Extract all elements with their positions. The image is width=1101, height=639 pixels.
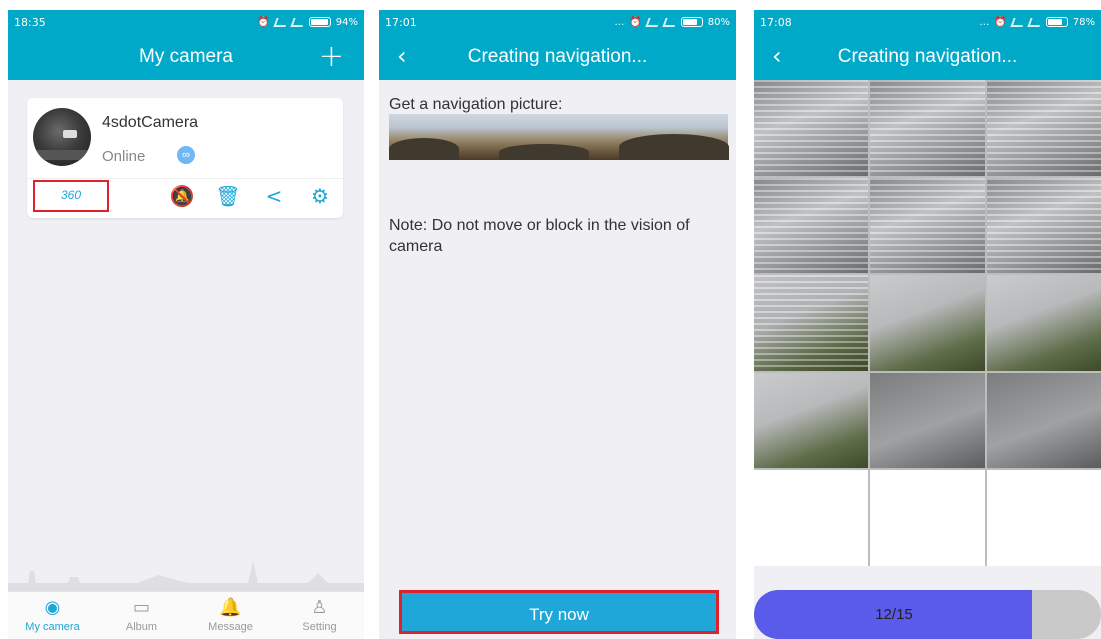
status-bar: 17:01 … ⏰ 80% — [379, 10, 736, 34]
capture-tile — [870, 80, 985, 176]
back-icon[interactable]: ‹ — [772, 42, 782, 70]
capture-tile — [754, 372, 869, 469]
battery-icon — [308, 17, 331, 27]
capture-progress-bar: 12/15 — [754, 590, 1101, 639]
divider — [27, 178, 343, 179]
create-navigation-screen: 17:01 … ⏰ 80% ‹ Creating navigation... G… — [379, 10, 736, 639]
link-icon: ∞ — [177, 146, 195, 164]
album-icon: ▭ — [132, 597, 150, 618]
capture-tile-empty — [754, 470, 869, 566]
alarm-off-icon[interactable]: 🔕 — [169, 184, 195, 208]
signal-icon — [662, 17, 678, 27]
camera-name: 4sdotCamera — [102, 114, 199, 131]
user-icon: ♙ — [311, 597, 328, 618]
alarm-icon: ⏰ — [629, 16, 642, 28]
capture-tile — [870, 372, 985, 469]
status-time: 17:08 — [760, 15, 792, 29]
app-bar: My camera + — [8, 34, 364, 80]
battery-percent: 78% — [1072, 16, 1095, 28]
status-icons: ⏰ 94% — [257, 17, 358, 28]
navigation-progress-screen: 17:08 … ⏰ 78% ‹ Creating navigation... 1… — [754, 10, 1101, 639]
settings-icon[interactable]: ⚙ — [307, 184, 333, 208]
note-text: Note: Do not move or block in the vision… — [389, 217, 690, 255]
alarm-icon: ⏰ — [257, 16, 270, 28]
capture-tile — [754, 80, 869, 176]
page-title: Creating navigation... — [837, 46, 1018, 67]
navigation-label: Get a navigation picture: — [389, 96, 563, 113]
bell-icon: 🔔 — [219, 597, 242, 618]
capture-tile-empty — [870, 470, 985, 566]
tab-label: Message — [208, 621, 253, 633]
panorama-360-label: 360 — [60, 188, 82, 202]
tab-label: Album — [125, 621, 158, 633]
status-icons: … ⏰ 80% — [614, 17, 730, 28]
tab-message[interactable]: 🔔 Message — [186, 592, 275, 639]
wifi-icon — [1010, 17, 1026, 27]
share-icon[interactable]: < — [261, 184, 287, 208]
trash-icon[interactable]: 🗑 — [215, 184, 241, 208]
signal-icon — [290, 17, 306, 27]
plus-icon[interactable]: + — [319, 39, 344, 74]
tab-album[interactable]: ▭ Album — [97, 592, 186, 639]
tab-my-camera[interactable]: ◉ My camera — [8, 592, 97, 639]
try-now-button[interactable]: Try now — [399, 590, 719, 634]
battery-icon — [680, 17, 703, 27]
my-camera-screen: 18:35 ⏰ 94% My camera + 4sdotCamera Onli… — [8, 10, 364, 639]
battery-icon — [1045, 17, 1068, 27]
panorama-image — [389, 114, 729, 160]
bottom-tab-bar: ◉ My camera ▭ Album 🔔 Message ♙ Setting — [8, 591, 364, 639]
capture-tile — [986, 372, 1101, 469]
capture-tile — [870, 177, 985, 274]
capture-tile — [754, 275, 869, 371]
camera-thumbnail[interactable] — [33, 108, 91, 166]
more-icon: … — [614, 16, 625, 28]
camera-icon: ◉ — [44, 597, 61, 618]
page-title: Creating navigation... — [467, 46, 648, 67]
tab-label: Setting — [302, 621, 337, 633]
tab-setting[interactable]: ♙ Setting — [275, 592, 364, 639]
status-icons: … ⏰ 78% — [979, 17, 1095, 28]
capture-tile — [870, 275, 985, 371]
wifi-icon — [273, 17, 289, 27]
back-icon[interactable]: ‹ — [397, 42, 407, 70]
wifi-icon — [645, 17, 661, 27]
signal-icon — [1027, 17, 1043, 27]
app-bar: ‹ Creating navigation... — [754, 34, 1101, 80]
battery-percent: 94% — [335, 16, 358, 28]
progress-text: 12/15 — [875, 606, 913, 623]
status-bar: 17:08 … ⏰ 78% — [754, 10, 1101, 34]
page-title: My camera — [139, 46, 233, 67]
status-time: 17:01 — [385, 15, 417, 29]
capture-tile — [754, 177, 869, 274]
capture-tile — [986, 275, 1101, 371]
camera-card[interactable]: 4sdotCamera Online ∞ 360 🔕 🗑 < ⚙ — [27, 98, 343, 218]
capture-tile — [986, 177, 1101, 274]
card-actions: 🔕 🗑 < ⚙ — [169, 184, 333, 208]
more-icon: … — [979, 16, 990, 28]
capture-tile-empty — [986, 470, 1101, 566]
status-bar: 18:35 ⏰ 94% — [8, 10, 364, 34]
skyline-decoration — [8, 561, 364, 591]
status-time: 18:35 — [14, 15, 46, 29]
app-bar: ‹ Creating navigation... — [379, 34, 736, 80]
capture-grid — [754, 80, 1101, 566]
alarm-icon: ⏰ — [994, 16, 1007, 28]
panorama-360-button[interactable]: 360 — [33, 180, 109, 212]
capture-tile — [986, 80, 1101, 176]
battery-percent: 80% — [707, 16, 730, 28]
camera-status: Online — [102, 148, 146, 165]
tab-label: My camera — [25, 621, 80, 633]
